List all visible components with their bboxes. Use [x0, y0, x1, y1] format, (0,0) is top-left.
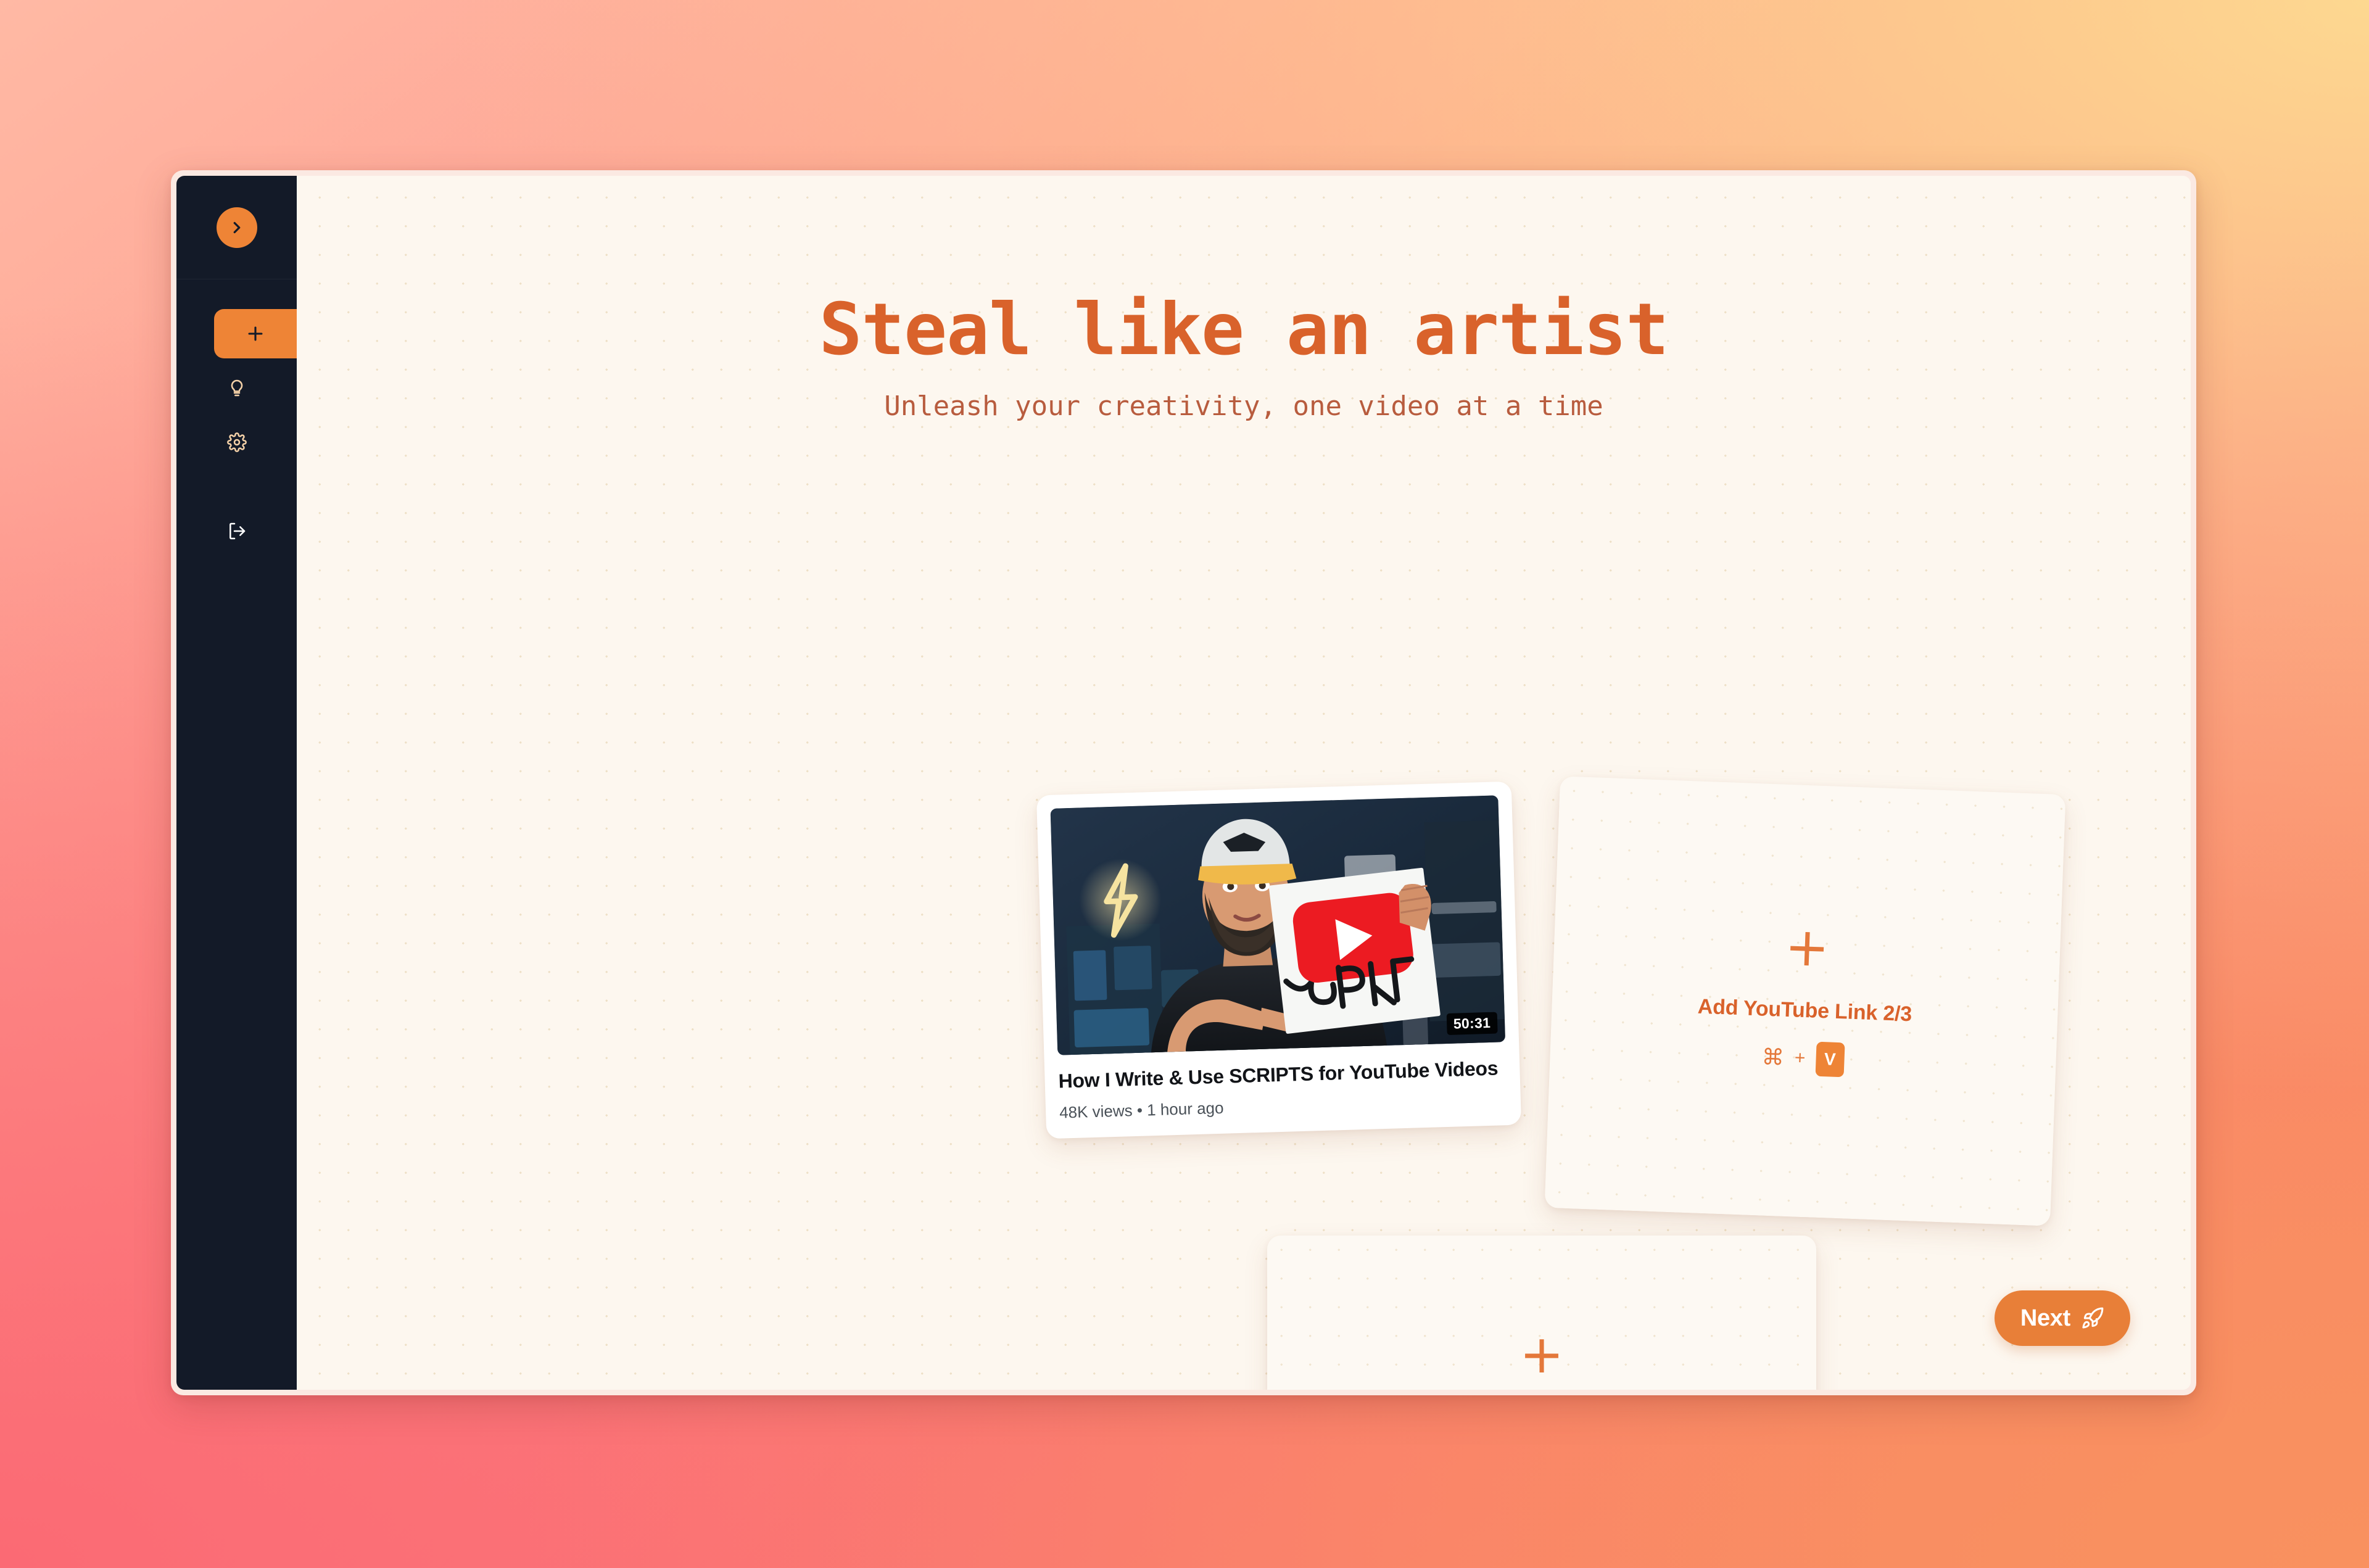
v-key-badge: V [1815, 1041, 1845, 1078]
sidebar [176, 176, 297, 1390]
sidebar-item-settings[interactable] [176, 418, 297, 467]
sidebar-item-ideas[interactable] [176, 363, 297, 413]
plus-icon [245, 323, 266, 344]
main-canvas: Steal like an artist Unleash your creati… [297, 176, 2191, 1390]
video-thumbnail: 50:31 [1050, 795, 1506, 1055]
sidebar-nav [176, 279, 297, 557]
hero-section: Steal like an artist Unleash your creati… [297, 176, 2191, 423]
logout-icon [227, 521, 247, 544]
lightbulb-icon [227, 378, 247, 398]
gear-icon [226, 432, 247, 452]
add-youtube-link-card-3[interactable]: + Add YouTube Link 3/3 ⌘ + V [1267, 1236, 1816, 1390]
page-subtitle: Unleash your creativity, one video at a … [884, 390, 1603, 422]
add-youtube-link-card-2[interactable]: + Add YouTube Link 2/3 ⌘ + V [1544, 776, 2066, 1226]
sidebar-item-logout[interactable] [176, 508, 297, 557]
plus-icon: + [1519, 1324, 1565, 1386]
video-duration-badge: 50:31 [1446, 1012, 1498, 1035]
add-link-label: Add YouTube Link 2/3 [1697, 994, 1912, 1026]
sidebar-item-add[interactable] [214, 309, 297, 358]
page-title: Steal like an artist [819, 288, 1669, 371]
sidebar-expand-button[interactable] [216, 207, 257, 248]
app-window: Steal like an artist Unleash your creati… [171, 170, 2196, 1395]
video-meta: 48K views • 1 hour ago [1059, 1099, 1224, 1122]
video-card[interactable]: 50:31 How I Write & Use SCRIPTS for YouT… [1036, 781, 1522, 1139]
rocket-icon [2081, 1306, 2104, 1330]
next-button-label: Next [2020, 1305, 2070, 1331]
window-inner: Steal like an artist Unleash your creati… [176, 176, 2191, 1390]
video-title: How I Write & Use SCRIPTS for YouTube Vi… [1058, 1057, 1499, 1092]
plus-icon: + [1784, 915, 1831, 980]
thumbnail-artwork [1050, 795, 1506, 1055]
sidebar-header [176, 176, 297, 279]
shortcut-joiner: + [1794, 1047, 1806, 1068]
next-button[interactable]: Next [1994, 1290, 2130, 1346]
paste-shortcut-hint: ⌘ + V [1761, 1039, 1845, 1078]
command-key-icon: ⌘ [1761, 1044, 1785, 1070]
chevron-right-icon [228, 218, 246, 237]
